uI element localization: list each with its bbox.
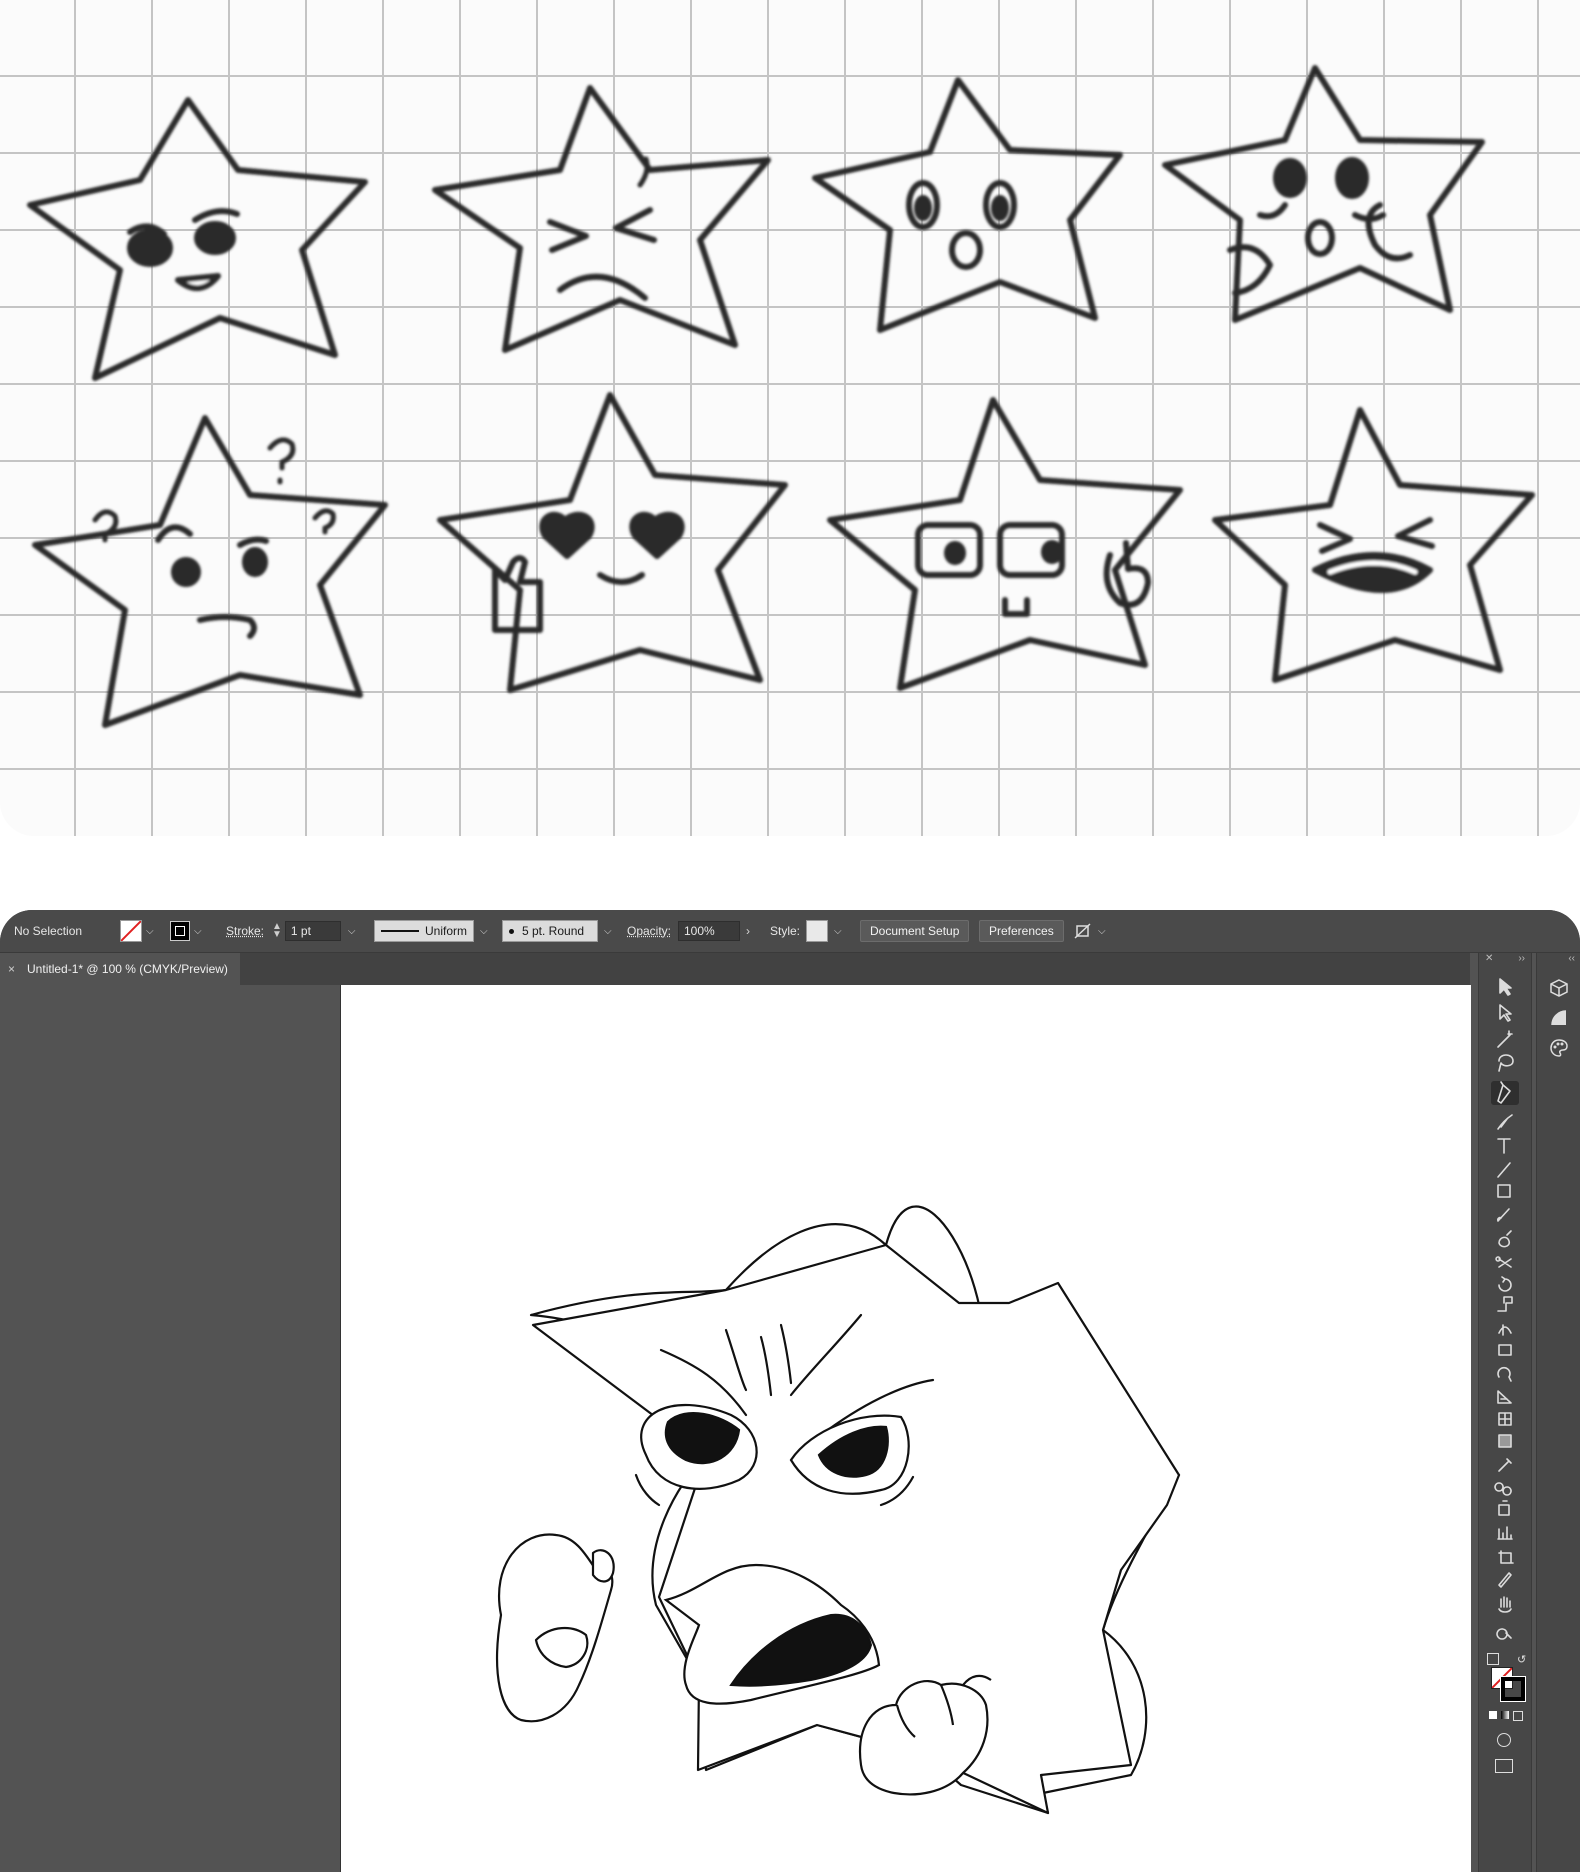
chevron-down-icon[interactable]: ⌵: [194, 926, 202, 937]
slice-tool[interactable]: [1498, 1572, 1512, 1588]
chevron-down-icon[interactable]: ⌵: [604, 926, 612, 937]
puppet-warp-tool[interactable]: [1498, 1324, 1512, 1336]
sketch-star-angry: [27, 97, 368, 381]
active-tool-highlight[interactable]: [1491, 1081, 1519, 1105]
rotate-tool[interactable]: [1498, 1276, 1512, 1292]
color-mode-buttons[interactable]: [1489, 1711, 1523, 1721]
star-body: [531, 1243, 1181, 1815]
chevron-right-icon[interactable]: ›: [746, 924, 750, 938]
sketch-star-wince: [432, 85, 771, 353]
close-icon[interactable]: ×: [8, 962, 15, 976]
screen-mode-icon[interactable]: [1495, 1759, 1513, 1773]
variable-width-profile[interactable]: Uniform: [374, 920, 474, 942]
none-slash-icon: [121, 921, 141, 941]
stroke-label[interactable]: Stroke:: [226, 910, 264, 952]
stroke-weight-field[interactable]: 1 pt: [284, 921, 341, 941]
paintbrush-tool[interactable]: [1497, 1208, 1510, 1222]
3d-materials-icon[interactable]: [1548, 977, 1570, 999]
shaper-tool[interactable]: [1498, 1230, 1512, 1248]
direct-selection-tool[interactable]: [1499, 1004, 1512, 1022]
document-tab[interactable]: × Untitled-1* @ 100 % (CMYK/Preview): [0, 953, 240, 985]
shape-builder-tool[interactable]: [1497, 1366, 1512, 1382]
panel-dock: ‹‹: [1536, 953, 1580, 1872]
stroke-color-control[interactable]: ⌵: [170, 910, 202, 952]
chevron-down-icon[interactable]: ⌵: [348, 926, 356, 937]
tools-panel-header: ✕ ››: [1479, 953, 1531, 965]
sketch-star-laughing: [1212, 407, 1535, 683]
artboard[interactable]: [340, 985, 1471, 1872]
perspective-grid-tool[interactable]: [1497, 1390, 1512, 1404]
control-bar: No Selection ⌵ ⌵ Stroke: ▲ ▼ 1 pt ⌵ Unifo…: [0, 910, 1580, 953]
type-tool[interactable]: [1497, 1138, 1511, 1154]
hand-tool[interactable]: [1498, 1596, 1512, 1613]
document-setup-button[interactable]: Document Setup: [860, 920, 970, 942]
gradient-tool[interactable]: [1498, 1434, 1512, 1448]
color-palette-icon[interactable]: [1548, 1037, 1570, 1059]
opacity-label[interactable]: Opacity:: [627, 910, 671, 952]
artboard-tool[interactable]: [1498, 1550, 1514, 1564]
document-tab-bar: × Untitled-1* @ 100 % (CMYK/Preview): [0, 953, 1470, 985]
style-label: Style:: [770, 924, 801, 938]
illustrator-window: No Selection ⌵ ⌵ Stroke: ▲ ▼ 1 pt ⌵ Unifo…: [0, 910, 1580, 1872]
curvature-tool[interactable]: [1497, 1114, 1513, 1130]
brush-label: 5 pt. Round: [522, 924, 585, 938]
stroke-swatch[interactable]: [170, 921, 190, 941]
selection-status: No Selection: [14, 924, 83, 938]
arrange-documents-control[interactable]: ⌵: [1074, 910, 1106, 952]
tool-icons: [1491, 978, 1519, 1640]
sketch-sheet: [0, 0, 1580, 836]
sketch-star-surprised: [812, 77, 1123, 333]
left-cheek-line: [634, 1473, 661, 1507]
free-transform-tool[interactable]: [1498, 1344, 1512, 1356]
chevron-down-icon[interactable]: ⌵: [834, 926, 842, 937]
sketch-drawing: [27, 65, 1535, 728]
sketch-star-shocked: [1162, 65, 1485, 323]
blend-tool[interactable]: [1494, 1482, 1512, 1496]
zoom-tool[interactable]: [1496, 1628, 1512, 1640]
lasso-tool[interactable]: [1498, 1054, 1514, 1072]
drawing-mode-icon[interactable]: [1497, 1733, 1511, 1747]
chevron-down-icon[interactable]: ⌵: [480, 926, 488, 937]
close-icon[interactable]: ✕: [1485, 953, 1493, 965]
selection-tool[interactable]: [1499, 978, 1512, 996]
stroke-box[interactable]: [1500, 1676, 1526, 1702]
eyedropper-tool[interactable]: [1498, 1458, 1512, 1472]
fill-stroke-widget[interactable]: [1491, 1667, 1526, 1702]
graphic-style-swatch[interactable]: [806, 920, 828, 942]
profile-label: Uniform: [424, 924, 467, 938]
fill-control[interactable]: ⌵: [120, 910, 154, 952]
angry-star-illustration: [495, 1205, 1181, 1815]
document-tab-title: Untitled-1* @ 100 % (CMYK/Preview): [27, 962, 228, 976]
scale-tool[interactable]: [1497, 1296, 1513, 1312]
default-colors-icon[interactable]: [1487, 1653, 1499, 1665]
stroke-stepper[interactable]: ▲ ▼: [272, 922, 282, 940]
preferences-button[interactable]: Preferences: [979, 920, 1064, 942]
left-fist-knuckle: [591, 1549, 615, 1583]
brush-definition[interactable]: 5 pt. Round: [502, 920, 598, 942]
transparency-icon[interactable]: [1548, 1007, 1570, 1029]
swap-icon[interactable]: ↺: [1517, 1653, 1526, 1666]
column-graph-tool[interactable]: [1497, 1526, 1513, 1540]
chevron-down-icon[interactable]: ⌵: [146, 926, 154, 937]
magic-wand-tool[interactable]: [1497, 1030, 1513, 1048]
scissors-tool[interactable]: [1495, 1256, 1512, 1268]
symbol-sprayer-tool[interactable]: [1498, 1500, 1510, 1516]
sketch-star-confused: [32, 415, 388, 728]
dock-collapse-icon[interactable]: ‹‹: [1568, 953, 1575, 964]
fill-swatch[interactable]: [120, 920, 142, 942]
arrange-documents-icon: [1074, 923, 1091, 939]
chevron-down-icon[interactable]: ⌵: [1098, 926, 1106, 937]
line-segment-tool[interactable]: [1497, 1162, 1511, 1178]
sketch-star-heart-eyes: [437, 392, 788, 693]
collapse-icon[interactable]: ››: [1518, 953, 1525, 965]
sketch-star-glasses: [827, 397, 1183, 691]
mesh-tool[interactable]: [1498, 1412, 1512, 1426]
opacity-field[interactable]: 100%: [678, 921, 740, 941]
tools-panel: ✕ ›› ↺: [1478, 953, 1532, 1872]
rectangle-tool[interactable]: [1497, 1184, 1511, 1198]
